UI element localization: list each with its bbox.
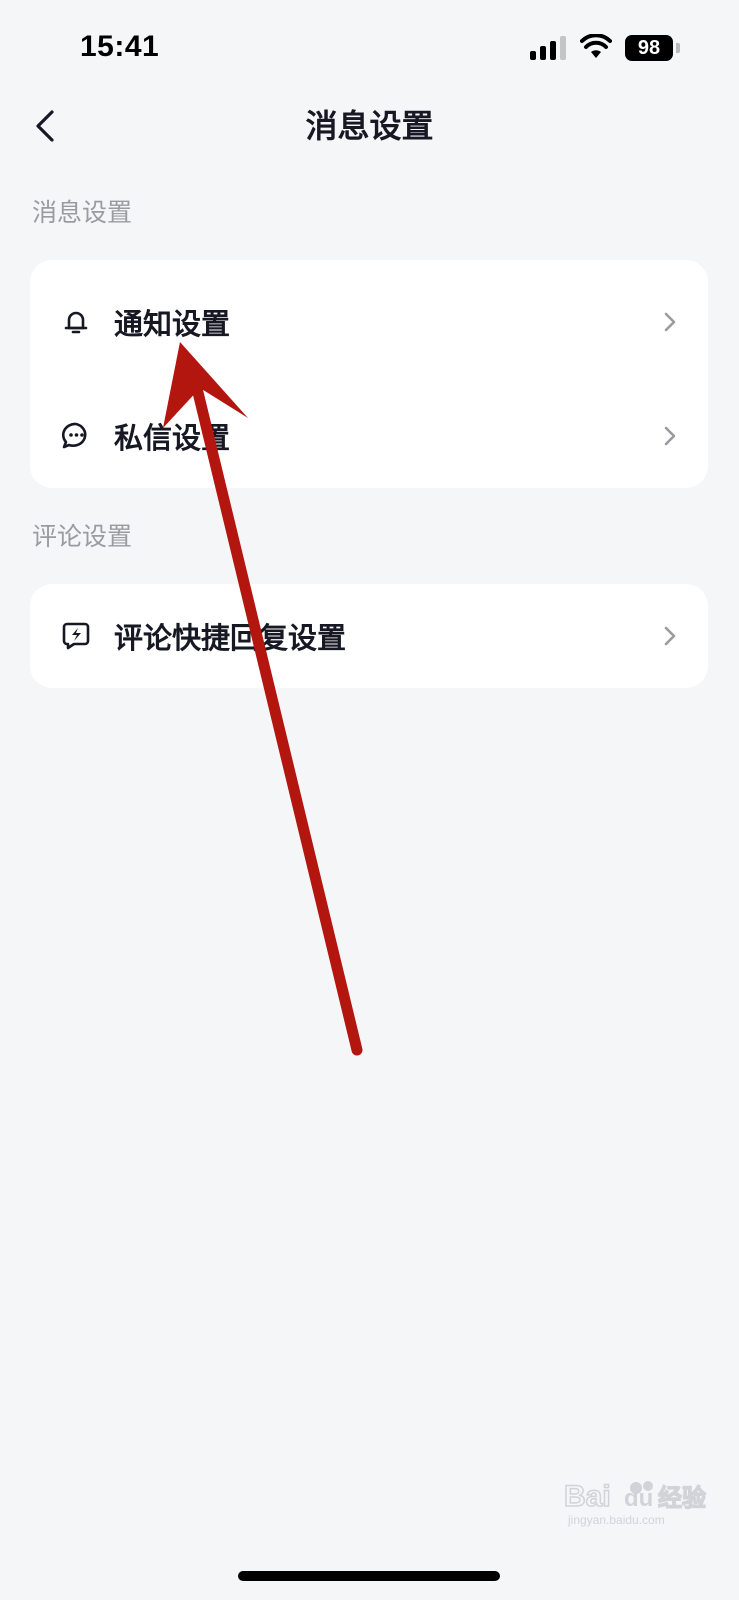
notification-settings-label: 通知设置 [114, 309, 231, 341]
svg-text:经验: 经验 [658, 1484, 706, 1512]
status-bar: 15:41 98 [0, 0, 739, 100]
svg-text:Bai: Bai [564, 1480, 611, 1513]
bell-icon [64, 311, 88, 334]
chat-bubble-icon [61, 422, 87, 449]
home-indicator[interactable] [238, 1571, 500, 1581]
message-settings-card: 通知设置 私信设置 [30, 260, 708, 488]
page-title: 消息设置 [305, 108, 434, 144]
chevron-right-icon [664, 426, 676, 446]
baidu-watermark-logo: Bai du 经验 jingyan.baidu.com [563, 1479, 706, 1527]
direct-message-settings-row[interactable]: 私信设置 [30, 384, 708, 488]
quick-reply-settings-label: 评论快捷回复设置 [114, 623, 347, 655]
svg-text:jingyan.baidu.com: jingyan.baidu.com [567, 1513, 665, 1527]
comment-settings-card: 评论快捷回复设置 [30, 584, 708, 688]
section-label-comment: 评论设置 [32, 523, 133, 551]
chevron-right-icon [664, 312, 676, 332]
battery-cap [676, 43, 680, 53]
svg-text:du: du [624, 1485, 653, 1512]
direct-message-settings-label: 私信设置 [114, 423, 231, 455]
wifi-icon [580, 34, 612, 58]
chevron-right-icon [664, 626, 676, 646]
section-label-message: 消息设置 [32, 199, 133, 227]
quick-reply-settings-row[interactable]: 评论快捷回复设置 [30, 584, 708, 688]
message-settings-screen: 15:41 98 消息设置 消息设置 通知设置 私信设置 评论设置 评论快捷回复… [0, 0, 739, 1600]
cellular-signal-icon [530, 36, 566, 60]
notification-settings-row[interactable]: 通知设置 [30, 270, 708, 374]
quick-reply-icon [62, 622, 90, 650]
status-time: 15:41 [80, 30, 160, 63]
annotation-arrow [163, 342, 363, 1056]
battery-icon: 98 [625, 35, 673, 61]
